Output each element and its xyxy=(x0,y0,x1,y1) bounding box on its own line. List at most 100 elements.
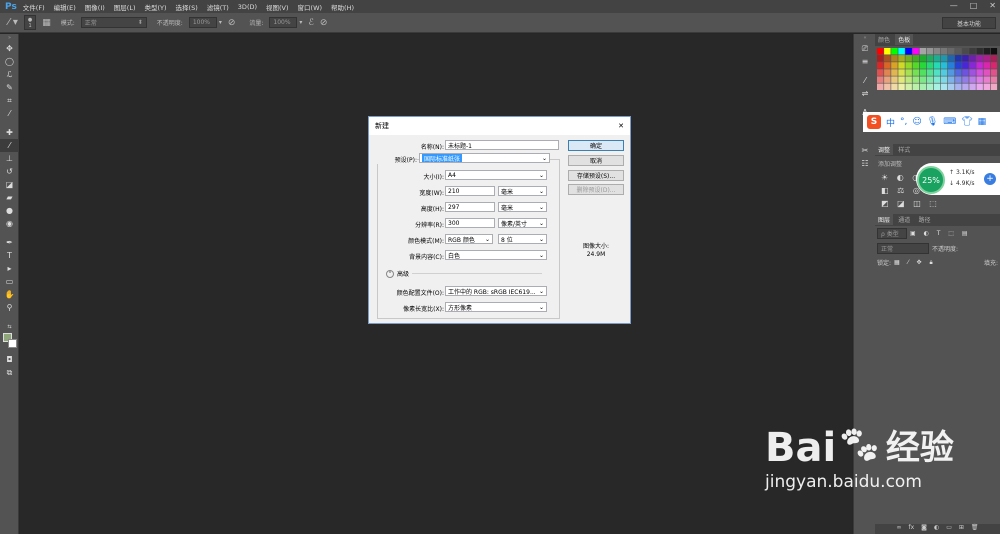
swatch-cell[interactable] xyxy=(898,55,905,62)
swatch-cell[interactable] xyxy=(962,83,969,91)
swatch-cell[interactable] xyxy=(976,55,983,62)
clone-stamp-tool-icon[interactable]: ⊥ xyxy=(0,152,19,165)
tab-color[interactable]: 颜色 xyxy=(875,34,893,45)
swatch-cell[interactable] xyxy=(919,55,927,62)
swatch-cell[interactable] xyxy=(926,55,934,62)
swatch-cell[interactable] xyxy=(891,55,898,62)
background-contents-select[interactable]: 白色 ⌄ xyxy=(445,250,547,260)
flow-input[interactable]: 100% xyxy=(269,17,298,28)
swatch-cell[interactable] xyxy=(898,76,905,83)
swatch-cell[interactable] xyxy=(933,62,941,69)
swatch-cell[interactable] xyxy=(884,62,891,69)
swatch-cell[interactable] xyxy=(969,48,976,55)
tab-paths[interactable]: 路径 xyxy=(916,214,934,225)
swatch-cell[interactable] xyxy=(955,62,962,69)
toolbox-icon[interactable]: ▦ xyxy=(978,117,987,127)
menu-window[interactable]: 窗口(W) xyxy=(298,2,323,12)
tab-swatches[interactable]: 色板 xyxy=(895,34,914,45)
pressure-opacity-icon[interactable]: ⊘ xyxy=(228,18,236,28)
brush-panel-icon[interactable]: ⁄ xyxy=(854,74,876,87)
swatch-cell[interactable] xyxy=(919,83,927,91)
swatch-cell[interactable] xyxy=(940,48,948,55)
swatch-cell[interactable] xyxy=(891,48,898,55)
swatch-cell[interactable] xyxy=(926,76,934,83)
swatch-cell[interactable] xyxy=(891,83,898,91)
resolution-unit-select[interactable]: 像素/英寸 ⌄ xyxy=(498,218,547,228)
swatch-cell[interactable] xyxy=(891,62,898,69)
swatch-cell[interactable] xyxy=(905,62,912,69)
swatch-cell[interactable] xyxy=(948,69,955,76)
swatch-cell[interactable] xyxy=(891,76,898,83)
type-tool-icon[interactable]: T xyxy=(0,249,19,262)
menu-view[interactable]: 视图(V) xyxy=(266,2,289,12)
color-profile-select[interactable]: 工作中的 RGB: sRGB IEC619... ⌄ xyxy=(445,286,547,296)
swatch-cell[interactable] xyxy=(926,62,934,69)
close-icon[interactable]: ✕ xyxy=(618,122,624,130)
swatch-cell[interactable] xyxy=(962,62,969,69)
swatch-cell[interactable] xyxy=(962,69,969,76)
blur-tool-icon[interactable]: ● xyxy=(0,204,19,217)
swatch-cell[interactable] xyxy=(884,48,891,55)
swatch-cell[interactable] xyxy=(955,83,962,91)
skin-icon[interactable]: 👕︎ xyxy=(961,117,972,127)
maximize-button[interactable]: □ xyxy=(970,1,978,10)
brush-panel-icon[interactable]: ▦ xyxy=(42,18,51,28)
adjust-panel-icon[interactable]: ⇌ xyxy=(854,87,876,100)
swatch-cell[interactable] xyxy=(919,69,927,76)
tab-styles[interactable]: 样式 xyxy=(895,144,913,155)
menu-layer[interactable]: 图层(L) xyxy=(114,2,136,12)
background-color-swatch[interactable] xyxy=(8,339,17,348)
panel-collapse-icon[interactable]: » xyxy=(0,34,19,42)
swatch-cell[interactable] xyxy=(926,69,934,76)
dodge-tool-icon[interactable]: ◉ xyxy=(0,217,19,230)
swatch-cell[interactable] xyxy=(955,55,962,62)
link-layers-icon[interactable]: ∞ xyxy=(896,524,901,534)
swatch-cell[interactable] xyxy=(919,62,927,69)
blend-mode-select[interactable]: 正常 xyxy=(877,243,929,254)
cancel-button[interactable]: 取消 xyxy=(568,155,624,166)
sogou-logo[interactable]: S xyxy=(867,115,881,129)
group-icon[interactable]: ▭ xyxy=(946,524,952,534)
workspace-switcher[interactable]: 基本功能 xyxy=(942,17,996,29)
adjustment-layer-icon[interactable]: ◐ xyxy=(934,524,939,534)
swatch-cell[interactable] xyxy=(933,83,941,91)
quick-select-tool-icon[interactable]: ✎ xyxy=(0,81,19,94)
pressure-size-icon[interactable]: ⊘ xyxy=(320,18,328,28)
swatch-cell[interactable] xyxy=(926,48,934,55)
swatch-cell[interactable] xyxy=(983,48,991,55)
menu-type[interactable]: 类型(Y) xyxy=(145,2,167,12)
tab-channels[interactable]: 通道 xyxy=(895,214,913,225)
layer-filter-icons[interactable]: ▣ ◐ T ⬚ ▤ xyxy=(910,230,971,237)
move-tool-icon[interactable]: ✥ xyxy=(0,42,19,55)
swatch-cell[interactable] xyxy=(940,76,948,83)
swatch-cell[interactable] xyxy=(969,55,976,62)
lock-icons[interactable]: ▦ ⁄ ✥ 🔒︎ xyxy=(894,259,936,267)
brush-tool-icon[interactable]: ⁄ xyxy=(0,139,19,152)
swatch-cell[interactable] xyxy=(983,69,991,76)
swatch-cell[interactable] xyxy=(912,69,920,76)
swatch-cell[interactable] xyxy=(962,48,969,55)
swatch-cell[interactable] xyxy=(983,62,991,69)
eyedropper-tool-icon[interactable]: ⁄ xyxy=(0,107,19,120)
menu-3d[interactable]: 3D(D) xyxy=(238,3,257,11)
swatch-cell[interactable] xyxy=(933,69,941,76)
swatch-cell[interactable] xyxy=(898,69,905,76)
swatch-cell[interactable] xyxy=(976,83,983,91)
swatch-cell[interactable] xyxy=(976,69,983,76)
name-input[interactable]: 未标题-1 xyxy=(445,140,559,150)
memory-usage-badge[interactable]: 25% xyxy=(917,166,945,194)
menu-select[interactable]: 选择(S) xyxy=(176,2,198,12)
swatch-cell[interactable] xyxy=(898,83,905,91)
eraser-tool-icon[interactable]: ◪ xyxy=(0,178,19,191)
swatch-cell[interactable] xyxy=(877,76,884,83)
swatch-cell[interactable] xyxy=(905,48,912,55)
swatch-cell[interactable] xyxy=(884,69,891,76)
quick-mask-icon[interactable]: ◘ xyxy=(0,353,19,366)
emoji-icon[interactable]: ☺ xyxy=(912,117,921,127)
layer-kind-select[interactable]: ρ 类型 xyxy=(877,228,907,239)
bit-depth-select[interactable]: 8 位 ⌄ xyxy=(498,234,547,244)
history-brush-tool-icon[interactable]: ↺ xyxy=(0,165,19,178)
swatch-cell[interactable] xyxy=(969,83,976,91)
hand-tool-icon[interactable]: ✋ xyxy=(0,288,19,301)
swatch-cell[interactable] xyxy=(940,83,948,91)
